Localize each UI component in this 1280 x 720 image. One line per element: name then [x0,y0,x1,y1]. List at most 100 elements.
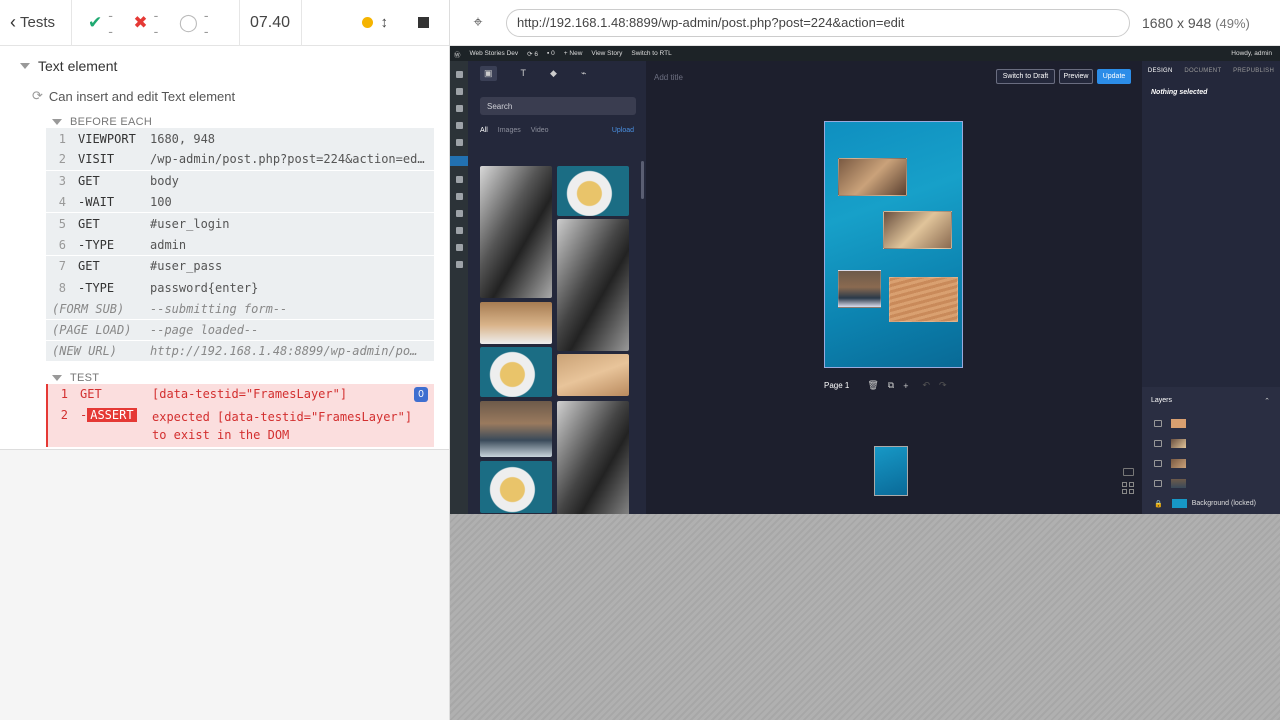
pages-icon[interactable] [455,122,463,129]
tab-document[interactable]: DOCUMENT [1184,68,1221,74]
switch-rtl-link[interactable]: Switch to RTL [631,50,671,57]
library-scrollbar[interactable] [641,161,644,199]
dashboard-icon[interactable] [455,71,463,78]
posts-icon[interactable] [455,88,463,95]
page-label: Page 1 [824,381,850,390]
tools-icon[interactable] [455,227,463,234]
test-hook[interactable]: TEST [0,362,449,384]
event-row[interactable]: (NEW URL) http://192.168.1.48:8899/wp-adm… [46,340,434,363]
upload-button[interactable]: Upload [612,127,634,134]
viewport-info: 1680 x 948 (49%) [1142,15,1250,31]
background-layer[interactable]: 🔒 Background (locked) [1154,498,1256,509]
delete-page-icon[interactable]: 🗑 [867,380,878,391]
add-page-icon[interactable]: + [903,381,908,391]
command-row[interactable]: 1 VIEWPORT 1680, 948 [46,128,434,150]
filter-images[interactable]: Images [498,127,521,134]
media-item[interactable] [557,166,629,216]
wordpress-icon[interactable]: Ⓦ [454,49,461,59]
run-controls: ↕ [302,0,449,46]
command-row[interactable]: 4 -WAIT 100 [46,191,434,214]
before-each-hook[interactable]: BEFORE EACH [0,106,449,128]
event-row[interactable]: (PAGE LOAD) --page loaded-- [46,319,434,341]
test-title[interactable]: ⟳ Can insert and edit Text element [0,76,449,106]
tests-label: Tests [20,14,56,31]
command-row[interactable]: 7 GET #user_pass [46,255,434,278]
media-item[interactable] [557,401,629,514]
media-search-input[interactable]: Search [480,97,636,115]
media-item[interactable] [557,219,629,351]
media-item[interactable] [480,461,552,513]
chevron-up-icon: ⌃ [1264,398,1270,405]
page-image[interactable] [838,270,881,308]
auto-scroll-icon[interactable]: ↕ [381,14,389,31]
media-tab-icon[interactable]: ▣ [480,65,497,81]
text-tab-icon[interactable]: T [521,68,527,78]
suite-title[interactable]: Text element [0,50,449,76]
shapes-tab-icon[interactable]: ◆ [550,68,557,79]
command-row[interactable]: 2 - ASSERT expected [data-testid="FramesL… [46,405,434,448]
site-name-link[interactable]: Web Stories Dev [470,50,519,57]
comments-icon[interactable] [455,139,463,146]
aut-background [450,514,1280,720]
stop-icon[interactable] [418,17,429,28]
view-story-link[interactable]: View Story [591,50,622,57]
command-row[interactable]: 2 VISIT/wp-admin/post.php?post=224&action… [46,149,434,171]
comments-link[interactable]: ▪ 0 [547,50,555,57]
filter-all[interactable]: All [480,127,488,134]
settings-icon[interactable] [455,244,463,251]
layer-item[interactable] [1154,478,1191,489]
layer-item[interactable] [1154,458,1191,469]
appearance-icon[interactable] [455,176,463,183]
aut-iframe: Ⓦ Web Stories Dev ⟳ 6 ▪ 0 + New View Sto… [450,46,1280,514]
tests-button[interactable]: ‹ Tests [0,0,72,46]
layer-thumbnail [1171,459,1186,468]
tab-design[interactable]: DESIGN [1148,68,1173,74]
pending-stat: ◯ -- [178,6,209,39]
redo-icon[interactable]: ↷ [939,380,947,391]
plugins-icon[interactable] [455,193,463,200]
tab-prepublish[interactable]: PREPUBLISH [1233,68,1274,74]
command-row[interactable]: 8 -TYPE password{enter} [46,277,434,299]
page-image[interactable] [838,158,907,196]
media-icon[interactable] [455,105,463,112]
keyboard-shortcuts-icon[interactable] [1123,468,1134,476]
media-item[interactable] [480,401,552,457]
undo-icon[interactable]: ↶ [923,380,931,391]
grid-view-icon[interactable] [1122,482,1134,494]
media-item[interactable] [557,354,629,396]
layer-item[interactable] [1154,438,1191,449]
media-item[interactable] [480,302,552,344]
layer-item[interactable] [1154,418,1191,429]
running-indicator-icon [361,17,373,28]
users-icon[interactable] [455,210,463,217]
page-menu: Page 1 🗑 ⧉ + ↶ ↷ [824,380,947,391]
media-item[interactable] [480,347,552,397]
event-row[interactable]: (FORM SUB) --submitting form-- [46,298,434,320]
elements-tab-icon[interactable]: ⌁ [581,68,586,79]
story-page[interactable] [824,121,963,368]
page-thumbnail[interactable] [874,446,908,496]
selector-playground-icon[interactable]: ⌖ [450,14,506,32]
switch-to-draft-button[interactable]: Switch to Draft [996,69,1055,84]
new-link[interactable]: + New [564,50,583,57]
updates-link[interactable]: ⟳ 6 [527,50,538,58]
howdy-link[interactable]: Howdy, admin [1231,50,1272,57]
media-item[interactable] [480,166,552,298]
story-title-input[interactable]: Add title [654,73,683,82]
update-button[interactable]: Update [1097,69,1131,84]
command-row[interactable]: 6 -TYPE admin [46,234,434,256]
page-image[interactable] [889,277,958,322]
video-layer-icon [1154,440,1162,447]
duplicate-page-icon[interactable]: ⧉ [888,380,894,391]
page-image[interactable] [883,211,952,249]
filter-video[interactable]: Video [531,127,549,134]
url-bar[interactable]: http://192.168.1.48:8899/wp-admin/post.p… [506,8,1130,37]
command-row[interactable]: 3 GET body [46,170,434,192]
assert-badge: ASSERT [87,408,137,423]
command-row[interactable]: 1 GET [data-testid="FramesLayer"] 0 [46,384,434,406]
command-row[interactable]: 5 GET #user_login [46,213,434,235]
layers-header[interactable]: Layers ⌃ [1142,387,1280,405]
collapse-icon[interactable] [455,261,463,268]
stories-icon[interactable] [450,156,468,166]
preview-button[interactable]: Preview [1059,69,1093,84]
